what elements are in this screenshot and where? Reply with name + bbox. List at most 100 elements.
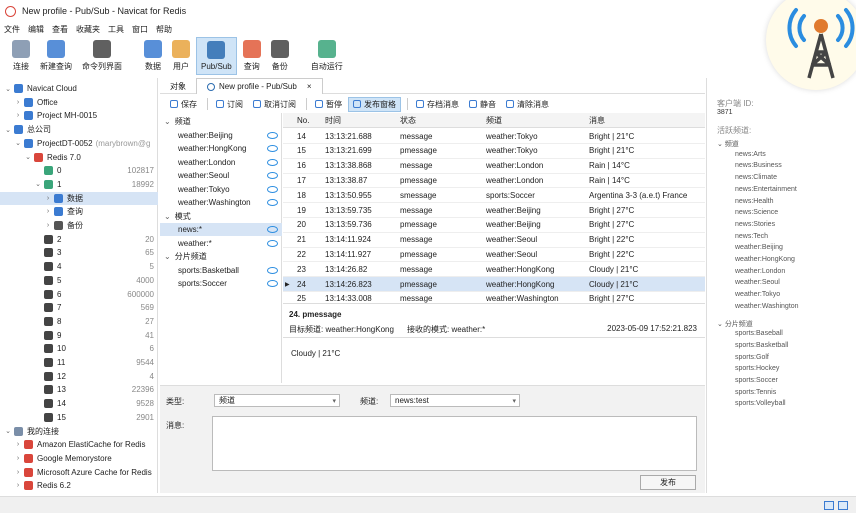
pause-button[interactable]: 暂停 [311,97,346,112]
table-row[interactable]: 16 13:13:38.868 message weather:London Rain … [283,159,705,174]
table-row[interactable]: 19 13:13:59.735 message weather:Beijing Brig… [283,203,705,218]
toolbar-query-button[interactable]: 查询 [239,37,265,75]
channel-item[interactable]: sports:Soccer [160,277,282,290]
toolbar-console-button[interactable]: 命令列界面 [78,37,126,75]
channel-item[interactable]: weather:Tokyo [160,183,282,196]
table-row[interactable]: 15 13:13:21.699 pmessage weather:Tokyo Brigh… [283,144,705,159]
tree-node[interactable]: 7 569 [0,301,158,314]
tree-node[interactable]: ⌄ ProjectDT-0052 (marybrown@g [0,137,158,150]
expand-arrow-icon[interactable]: ⌄ [164,212,171,221]
column-header[interactable]: 消息 [589,115,605,126]
channel-item[interactable]: weather:London [160,156,282,169]
expand-arrow-icon[interactable]: ⌄ [34,180,42,188]
tree-node[interactable]: 9 41 [0,329,158,342]
tab-pubsub[interactable]: New profile - Pub/Sub × [196,78,323,94]
eye-icon[interactable] [267,266,278,274]
table-row[interactable]: ▶ 24 13:14:26.823 pmessage weather:HongKong C… [283,277,705,292]
channel-select[interactable]: news:test ▾ [390,394,520,407]
save-button[interactable]: 保存 [166,97,201,112]
active-channel-group[interactable]: ⌄ 分片频道 [717,319,753,329]
collapse-arrow-icon[interactable]: › [14,99,22,106]
toolbar-connect-button[interactable]: 连接 [8,37,34,75]
channel-item[interactable]: weather:Seoul [160,169,282,182]
tree-node[interactable]: › Redis 6.2 [0,479,158,492]
table-row[interactable]: 23 13:14:26.82 message weather:HongKong Clou… [283,262,705,278]
tree-node[interactable]: 45 [0,260,158,273]
expand-arrow-icon[interactable]: ⌄ [164,117,171,126]
tree-node[interactable]: 5 4000 [0,274,158,287]
tree-node[interactable]: ⌄ 我的连接 [0,425,158,438]
channel-item[interactable]: weather:HongKong [160,142,282,155]
toolbar-data-button[interactable]: 数据 [140,37,166,75]
expand-arrow-icon[interactable]: ⌄ [4,427,12,435]
channel-item[interactable]: weather:Washington [160,196,282,209]
tree-node[interactable]: ⌄ 总公司 [0,123,158,136]
message-textarea[interactable] [212,416,697,471]
tree-node[interactable]: › 数据 [0,191,158,205]
mute-button[interactable]: 静音 [465,97,500,112]
publish-pane-button[interactable]: 发布窗格 [348,96,401,112]
column-header[interactable]: No. [297,116,309,125]
tree-node[interactable]: › Microsoft Azure Cache for Redis [0,466,158,479]
tab-objects[interactable]: 对象 [160,78,196,94]
eye-icon[interactable] [267,239,278,247]
toolbar-pubsub-button[interactable]: Pub/Sub [196,37,237,75]
column-header[interactable]: 时间 [325,115,341,126]
collapse-arrow-icon[interactable]: › [14,112,22,119]
column-header[interactable]: 频道 [486,115,502,126]
unsubscribe-button[interactable]: 取消订阅 [249,97,300,112]
expand-arrow-icon[interactable]: ⌄ [164,252,171,261]
tree-node[interactable]: ⌄ Redis 7.0 [0,151,158,164]
expand-arrow-icon[interactable]: ⌄ [4,85,12,93]
collapse-arrow-icon[interactable]: › [44,208,52,215]
table-row[interactable]: 21 13:14:11.924 message weather:Seoul Bright… [283,233,705,248]
layout-split-icon[interactable] [824,501,834,510]
toolbar-user-button[interactable]: 用户 [168,37,194,75]
expand-arrow-icon[interactable]: ⌄ [24,153,32,161]
collapse-arrow-icon[interactable]: › [14,469,22,476]
tree-node[interactable]: › 查询 [0,205,158,218]
eye-icon[interactable] [267,131,278,139]
tree-node[interactable]: › Google Memorystore [0,452,158,465]
channel-group-header[interactable]: ⌄ 频道 [160,115,282,128]
channel-item[interactable]: weather:Beijing [160,129,282,142]
collapse-arrow-icon[interactable]: › [14,441,22,448]
collapse-arrow-icon[interactable]: › [14,455,22,462]
tree-node[interactable]: 10 6 [0,342,158,355]
eye-icon[interactable] [267,158,278,166]
eye-icon[interactable] [267,145,278,152]
tree-node[interactable]: 8 27 [0,315,158,328]
tree-node[interactable]: 11 9544 [0,356,158,369]
tree-node[interactable]: 3 65 [0,246,158,259]
channel-group-header[interactable]: ⌄ 分片频道 [160,250,282,263]
channel-item[interactable]: weather:* [160,237,282,250]
menu-view[interactable]: 查看 [52,24,68,35]
channel-item[interactable]: sports:Basketball [160,264,282,277]
channel-group-header[interactable]: ⌄ 模式 [160,210,282,223]
layout-panel-icon[interactable] [838,501,848,510]
tree-node[interactable]: 13 22396 [0,383,158,396]
eye-icon[interactable] [267,185,278,193]
collapse-arrow-icon[interactable]: › [14,482,22,489]
expand-arrow-icon[interactable]: ⌄ [4,126,12,134]
menu-window[interactable]: 窗口 [132,24,148,35]
tree-node[interactable]: 0 102817 [0,164,158,177]
table-row[interactable]: 18 13:13:50.955 smessage sports:Soccer Argen… [283,188,705,204]
menu-file[interactable]: 文件 [4,24,20,35]
eye-icon[interactable] [267,226,278,233]
menu-favorites[interactable]: 收藏夹 [76,24,100,35]
tree-node[interactable]: 6 600000 [0,288,158,301]
toolbar-backup-button[interactable]: 备份 [267,37,293,75]
table-row[interactable]: 25 13:14:33.008 message weather:Washington B… [283,292,705,303]
table-row[interactable]: 22 13:14:11.927 pmessage weather:Seoul Brigh… [283,247,705,263]
archive-button[interactable]: 存档消息 [412,97,463,112]
tree-node[interactable]: › Office [0,96,158,109]
channel-item[interactable]: news:* [160,223,282,236]
eye-icon[interactable] [267,172,278,179]
tree-node[interactable]: 15 2901 [0,411,158,424]
tree-node[interactable]: ⌄ Navicat Cloud [0,82,158,95]
table-row[interactable]: 14 13:13:21.688 message weather:Tokyo Bright… [283,129,705,144]
eye-icon[interactable] [267,199,278,206]
menu-edit[interactable]: 编辑 [28,24,44,35]
expand-arrow-icon[interactable]: ⌄ [717,141,725,148]
